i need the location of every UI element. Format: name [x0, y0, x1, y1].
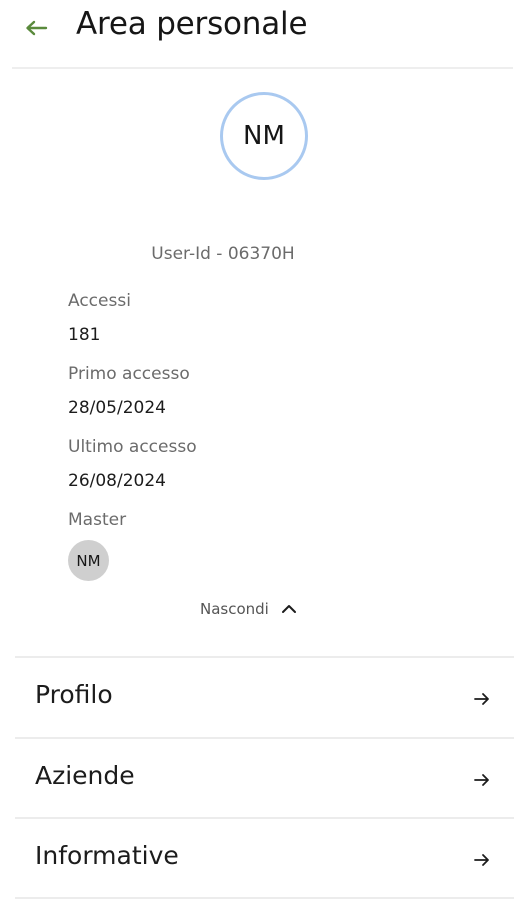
accessi-label: Accessi	[68, 291, 131, 311]
hide-details-label: Nascondi	[200, 600, 269, 618]
arrow-right-icon	[474, 693, 489, 705]
master-label: Master	[68, 510, 127, 530]
ultimo-accesso-label: Ultimo accesso	[68, 437, 197, 457]
profile-initials: NM	[243, 121, 285, 151]
back-button[interactable]	[20, 12, 52, 44]
menu-item-informative[interactable]: Informative	[15, 819, 514, 897]
primo-accesso-value: 28/05/2024	[68, 398, 166, 418]
primo-accesso-label: Primo accesso	[68, 364, 190, 384]
arrow-right-icon	[474, 854, 489, 866]
app-header: Area personale	[0, 0, 519, 62]
menu-item-label: Profilo	[35, 680, 113, 709]
accessi-value: 181	[68, 325, 101, 345]
profile-avatar: NM	[220, 92, 308, 180]
menu-item-label: Aziende	[35, 761, 135, 790]
menu-item-profilo[interactable]: Profilo	[15, 658, 514, 736]
page-title: Area personale	[76, 6, 308, 42]
arrow-left-icon	[26, 20, 48, 36]
menu-item-label: Informative	[35, 841, 179, 870]
ultimo-accesso-value: 26/08/2024	[68, 471, 166, 491]
hide-details-button[interactable]: Nascondi	[200, 596, 297, 622]
header-divider	[12, 67, 513, 69]
chevron-up-icon	[281, 604, 297, 614]
master-avatar: NM	[68, 540, 109, 581]
user-id-text: User-Id - 06370H	[151, 244, 295, 264]
master-initials: NM	[76, 551, 101, 570]
arrow-right-icon	[474, 774, 489, 786]
menu-divider	[15, 897, 514, 899]
menu-item-aziende[interactable]: Aziende	[15, 739, 514, 817]
